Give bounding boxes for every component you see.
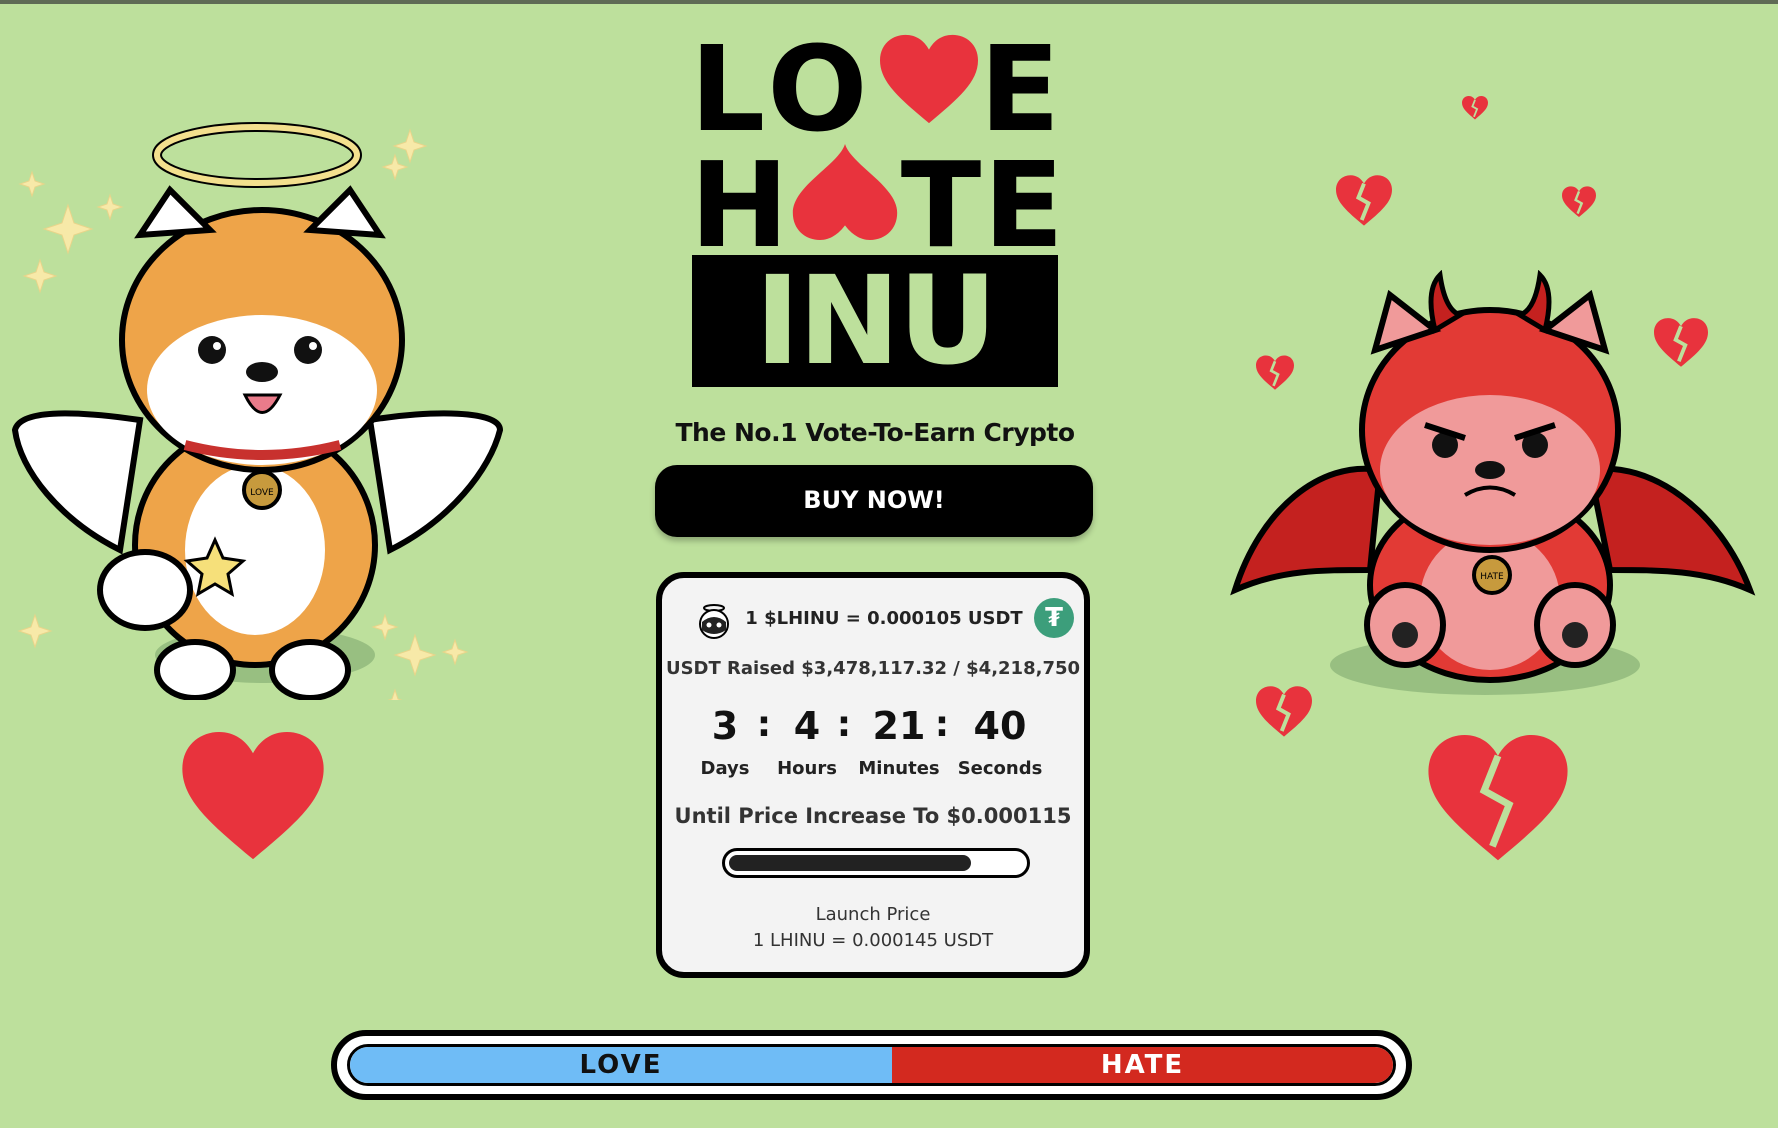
- broken-heart-icon: [1462, 96, 1488, 120]
- tagline: The No.1 Vote-To-Earn Crypto: [675, 418, 1075, 447]
- broken-heart-icon: [1256, 686, 1312, 737]
- buy-now-button[interactable]: BUY NOW!: [655, 465, 1093, 537]
- logo-inu: INU: [692, 255, 1058, 387]
- logo-heart-a-icon: [792, 144, 898, 240]
- launch-price-value: 1 LHINU = 0.000145 USDT: [752, 930, 994, 951]
- top-bar: [0, 0, 1778, 4]
- countdown-separator: :: [836, 704, 852, 745]
- launch-price: Launch Price 1 LHINU = 0.000145 USDT: [662, 902, 1084, 954]
- countdown-hours-label: Hours: [777, 758, 837, 779]
- broken-heart-icon: [1428, 735, 1568, 861]
- price-increase-text: Until Price Increase To $0.000115: [674, 804, 1072, 828]
- presale-progress-fill: [729, 855, 971, 871]
- countdown-separator: :: [934, 704, 950, 745]
- broken-heart-icon: [1562, 186, 1596, 217]
- broken-heart-icon: [1654, 318, 1708, 367]
- broken-heart-icon: [1336, 175, 1392, 226]
- countdown-seconds: 40: [973, 704, 1027, 748]
- lhinu-coin-icon: [699, 604, 729, 639]
- love-hate-track: LOVE HATE: [347, 1044, 1396, 1086]
- logo-heart-icon: [880, 34, 978, 124]
- token-rate: 1 $LHINU = 0.000105 USDT: [745, 608, 1023, 629]
- heart-icon: [182, 732, 324, 860]
- broken-heart-icon: [1256, 355, 1294, 390]
- hate-vote-segment[interactable]: HATE: [892, 1047, 1393, 1083]
- launch-price-title: Launch Price: [815, 904, 931, 925]
- countdown-minutes-label: Minutes: [858, 758, 940, 779]
- countdown-minutes: 21: [872, 704, 926, 748]
- presale-progress-bar: [722, 848, 1030, 878]
- countdown-seconds-label: Seconds: [957, 758, 1043, 779]
- logo-line-love: LO E: [690, 20, 1063, 158]
- countdown-days: 3: [711, 704, 739, 748]
- love-vote-segment[interactable]: LOVE: [350, 1047, 892, 1083]
- presale-card: 1 $LHINU = 0.000105 USDT ₮ USDT Raised $…: [656, 572, 1090, 978]
- love-hate-vote-bar: LOVE HATE: [331, 1030, 1412, 1100]
- angel-shiba-image: LOVE: [11, 122, 504, 700]
- hate-badge-text: HATE: [1480, 572, 1504, 582]
- love-badge-text: LOVE: [250, 488, 274, 498]
- usdt-raised: USDT Raised $3,478,117.32 / $4,218,750: [665, 658, 1081, 679]
- tether-icon: ₮: [1034, 598, 1074, 638]
